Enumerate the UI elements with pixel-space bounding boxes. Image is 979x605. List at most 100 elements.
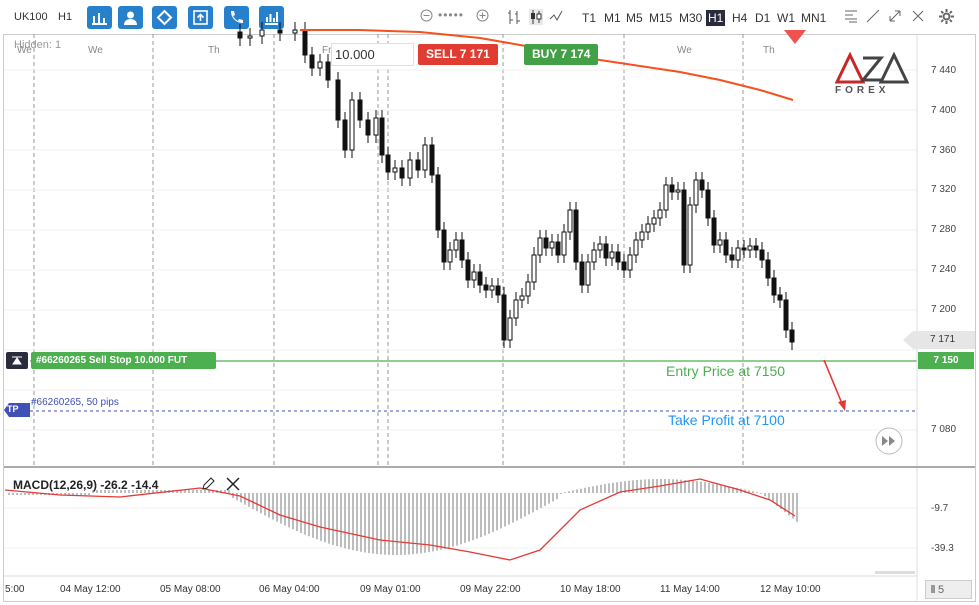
macd-bar: [416, 493, 418, 554]
candle-body: [247, 35, 253, 39]
sell-button[interactable]: SELL 7 171: [418, 44, 498, 65]
macd-bar: [676, 479, 678, 493]
macd-bar: [632, 480, 634, 493]
macd-bar: [88, 493, 90, 495]
candle-body: [441, 229, 447, 263]
lot-size-input[interactable]: 10.000: [331, 43, 414, 66]
candle-body: [717, 239, 723, 246]
candle-body: [531, 254, 537, 283]
macd-bar: [636, 479, 638, 493]
time-label: 5:00: [5, 584, 25, 595]
candle-body: [525, 281, 531, 297]
macd-bar: [284, 493, 286, 526]
buy-button[interactable]: BUY 7 174: [524, 44, 599, 65]
chart-canvas[interactable]: [0, 0, 979, 605]
candle-body: [277, 29, 283, 34]
macd-bar: [256, 493, 258, 512]
candle-body: [507, 317, 513, 341]
macd-bar: [396, 493, 398, 555]
tp-order-label[interactable]: #66260265, 50 pips: [31, 397, 119, 408]
macd-bar: [668, 479, 670, 493]
macd-bar: [340, 493, 342, 548]
candle-body: [325, 61, 331, 81]
macd-bar: [468, 493, 470, 542]
candle-body: [621, 261, 627, 271]
order-control-button[interactable]: [6, 352, 28, 369]
candle-body: [453, 239, 459, 251]
macd-bar: [400, 493, 402, 555]
macd-bar: [460, 493, 462, 545]
time-label: 09 May 01:00: [360, 584, 421, 595]
time-label: 04 May 12:00: [60, 584, 121, 595]
macd-bar: [760, 493, 762, 494]
macd-bar: [280, 493, 282, 524]
macd-bar: [652, 479, 654, 493]
macd-bar: [752, 491, 754, 493]
macd-bar: [516, 493, 518, 521]
tp-badge-text: TP: [7, 404, 19, 414]
annotation-arrowhead: [838, 400, 846, 411]
macd-bar: [648, 479, 650, 493]
candle-body: [771, 277, 777, 296]
candle-body: [292, 29, 298, 34]
price-label: 7 320: [931, 184, 957, 195]
day-label: Th: [208, 45, 220, 56]
candle-body: [519, 295, 525, 301]
candle-body: [465, 259, 471, 281]
edit-indicator-icon[interactable]: [200, 476, 216, 497]
macd-bar: [572, 490, 574, 493]
candle-body: [399, 167, 405, 179]
macd-bar: [644, 479, 646, 493]
macd-bar: [404, 493, 406, 555]
macd-bar: [392, 493, 394, 555]
candle-body: [591, 249, 597, 263]
macd-bar: [292, 493, 294, 530]
scrollbar[interactable]: [875, 571, 915, 574]
take-profit-annotation: Take Profit at 7100: [668, 412, 785, 428]
macd-bar: [588, 487, 590, 493]
macd-bar: [384, 493, 386, 555]
macd-bar: [492, 493, 494, 532]
macd-bar: [756, 492, 758, 493]
candle-body: [675, 189, 681, 193]
macd-bar: [500, 493, 502, 529]
logo-sub-text: FOREX: [835, 85, 890, 96]
candle-body: [379, 117, 385, 156]
macd-bar: [316, 493, 318, 540]
macd-bar: [712, 483, 714, 493]
macd-bar: [508, 493, 510, 525]
macd-bar: [308, 493, 310, 537]
macd-bar: [188, 490, 190, 493]
macd-bar: [524, 493, 526, 517]
candle-body: [639, 231, 645, 241]
macd-bar: [300, 493, 302, 533]
macd-bar: [576, 489, 578, 493]
time-label: 12 May 10:00: [760, 584, 821, 595]
macd-bar: [184, 490, 186, 493]
hidden-objects-label[interactable]: Hidden: 1: [14, 39, 61, 51]
macd-bar: [336, 493, 338, 547]
macd-bar: [640, 479, 642, 493]
macd-bar: [600, 484, 602, 493]
macd-bar: [372, 493, 374, 554]
day-label: We: [677, 45, 692, 56]
macd-bar: [16, 493, 18, 495]
candle-body: [603, 243, 609, 259]
remove-indicator-icon[interactable]: [226, 477, 240, 496]
macd-bar: [464, 493, 466, 543]
macd-bar: [356, 493, 358, 552]
macd-bar: [364, 493, 366, 553]
macd-bar: [444, 493, 446, 549]
candle-body: [645, 223, 651, 233]
macd-bar: [544, 493, 546, 506]
page-indicator[interactable]: 5: [925, 580, 972, 599]
macd-bar: [240, 493, 242, 503]
candle-body: [501, 294, 507, 341]
macd-bar: [700, 481, 702, 493]
macd-bar: [304, 493, 306, 535]
candle-body: [609, 251, 615, 259]
candle-body: [349, 99, 355, 151]
pending-order-label[interactable]: #66260265 Sell Stop 10.000 FUT: [31, 352, 216, 369]
macd-bar: [360, 493, 362, 552]
macd-bar: [432, 493, 434, 552]
